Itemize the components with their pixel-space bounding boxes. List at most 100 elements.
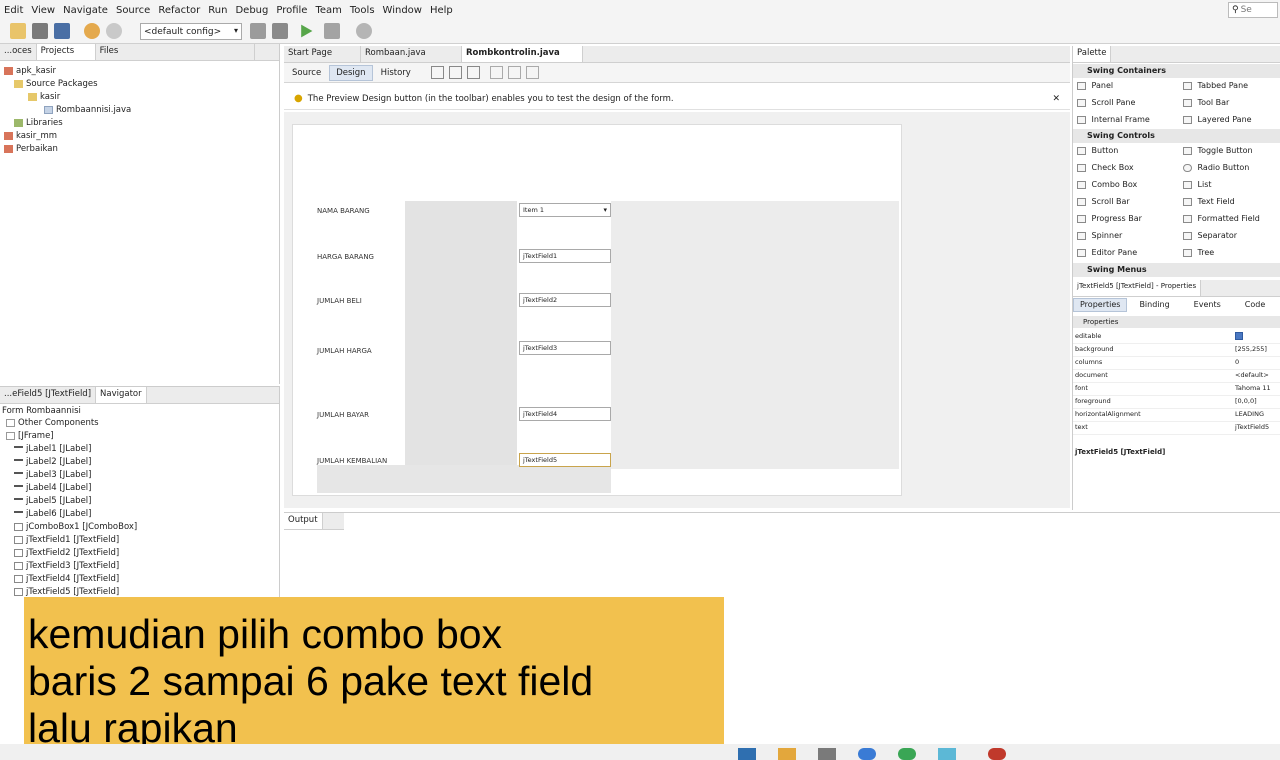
tree-item-source-packages[interactable]: Source Packages — [14, 79, 98, 89]
tree-item-label[interactable]: jLabel3 [JLabel] — [14, 470, 91, 480]
tree-item-other[interactable]: Other Components — [6, 418, 99, 428]
tab-design[interactable]: Design — [329, 64, 373, 81]
palette-item-internal-frame[interactable]: Internal Frame — [1077, 115, 1150, 124]
form-text-field-4[interactable]: jTextField4 — [519, 407, 611, 421]
form-label-jumlah-beli[interactable]: JUMLAH BELI — [317, 297, 362, 305]
tab-binding[interactable]: Binding — [1127, 298, 1181, 312]
build-icon[interactable] — [250, 23, 266, 39]
menu-source[interactable]: Source — [116, 5, 150, 16]
palette-item-text-field[interactable]: Text Field — [1183, 197, 1235, 206]
tab-start-page[interactable]: Start Page — [284, 46, 361, 62]
tab-properties-window[interactable]: jTextField5 [JTextField] - Properties — [1073, 280, 1202, 296]
form-text-field-3[interactable]: jTextField3 — [519, 341, 611, 355]
app-icon[interactable] — [898, 748, 916, 760]
profile-icon[interactable] — [356, 23, 372, 39]
tree-item-form[interactable]: Form Rombaannisi — [2, 406, 81, 416]
tree-item-frame[interactable]: [JFrame] — [6, 431, 54, 441]
property-row[interactable]: document <default> — [1073, 369, 1280, 383]
palette-item-tree[interactable]: Tree — [1183, 248, 1214, 257]
palette-item-tool-bar[interactable]: Tool Bar — [1183, 98, 1229, 107]
menu-profile[interactable]: Profile — [276, 5, 307, 16]
properties-section-header[interactable]: Properties — [1073, 316, 1280, 328]
tab-rombaan-java[interactable]: Rombaan.java — [361, 46, 462, 62]
menu-window[interactable]: Window — [383, 5, 422, 16]
property-row[interactable]: text jTextField5 — [1073, 421, 1280, 435]
property-row[interactable]: editable — [1073, 330, 1280, 344]
undo-icon[interactable] — [84, 23, 100, 39]
tree-item-label[interactable]: jLabel5 [JLabel] — [14, 496, 91, 506]
property-row[interactable]: horizontalAlignment LEADING — [1073, 408, 1280, 422]
property-row[interactable]: columns 0 — [1073, 356, 1280, 370]
configuration-select[interactable]: <default config> ▾ — [140, 23, 242, 40]
new-project-icon[interactable] — [10, 23, 26, 39]
tree-item-textfield[interactable]: jTextField5 [JTextField] — [14, 587, 119, 597]
palette-item-toggle-button[interactable]: Toggle Button — [1183, 146, 1253, 155]
store-icon[interactable] — [818, 748, 836, 760]
tab-code[interactable]: Code — [1233, 298, 1277, 312]
tree-item-project[interactable]: apk_kasir — [4, 66, 56, 76]
tree-item-combobox[interactable]: jComboBox1 [JComboBox] — [14, 522, 137, 532]
tab-output[interactable]: Output — [284, 513, 323, 529]
form-text-field-5[interactable]: jTextField5 — [519, 453, 611, 467]
tab-files[interactable]: Files — [96, 44, 255, 60]
save-all-icon[interactable] — [54, 23, 70, 39]
palette-item-radio-button[interactable]: Radio Button — [1183, 163, 1249, 172]
debug-icon[interactable] — [324, 23, 340, 39]
menu-run[interactable]: Run — [208, 5, 227, 16]
form-label-jumlah-kembalian[interactable]: JUMLAH KEMBALIAN — [317, 457, 387, 465]
menu-team[interactable]: Team — [315, 5, 341, 16]
property-row[interactable]: foreground [0,0,0] — [1073, 395, 1280, 409]
menu-help[interactable]: Help — [430, 5, 453, 16]
selection-mode-icon[interactable] — [430, 66, 444, 79]
palette-item-layered-pane[interactable]: Layered Pane — [1183, 115, 1252, 124]
palette-item-formatted-field[interactable]: Formatted Field — [1183, 214, 1260, 223]
tab-rombkontrolin-java[interactable]: Rombkontrolin.java — [462, 46, 583, 62]
tab-services[interactable]: ...oces — [0, 44, 37, 60]
menu-view[interactable]: View — [31, 5, 55, 16]
palette-category-menus[interactable]: Swing Menus — [1073, 263, 1280, 277]
app-icon[interactable] — [988, 748, 1006, 760]
tree-item-textfield[interactable]: jTextField3 [JTextField] — [14, 561, 119, 571]
tree-item-label[interactable]: jLabel2 [JLabel] — [14, 457, 91, 467]
palette-item-progress-bar[interactable]: Progress Bar — [1077, 214, 1142, 223]
tree-item-label[interactable]: jLabel6 [JLabel] — [14, 509, 91, 519]
tree-item-textfield[interactable]: jTextField1 [JTextField] — [14, 535, 119, 545]
tab-palette[interactable]: Palette — [1073, 46, 1112, 62]
property-checkbox[interactable] — [1235, 332, 1243, 340]
form-label-jumlah-bayar[interactable]: JUMLAH BAYAR — [317, 411, 369, 419]
palette-item-separator[interactable]: Separator — [1183, 231, 1237, 240]
form-label-jumlah-harga[interactable]: JUMLAH HARGA — [317, 347, 372, 355]
menu-debug[interactable]: Debug — [235, 5, 268, 16]
palette-item-button[interactable]: Button — [1077, 146, 1118, 155]
clean-build-icon[interactable] — [272, 23, 288, 39]
tree-item-project[interactable]: Perbaikan — [4, 144, 58, 154]
tab-properties[interactable]: Properties — [1073, 298, 1128, 312]
form-label-harga-barang[interactable]: HARGA BARANG — [317, 253, 374, 261]
tab-component[interactable]: ...eField5 [JTextField] — [0, 387, 97, 403]
run-icon[interactable] — [301, 24, 313, 38]
browser-icon[interactable] — [858, 748, 876, 760]
tree-item-java-file[interactable]: Rombaannisi.java — [44, 105, 131, 115]
tree-item-textfield[interactable]: jTextField4 [JTextField] — [14, 574, 119, 584]
palette-item-scroll-pane[interactable]: Scroll Pane — [1077, 98, 1135, 107]
tree-item-package[interactable]: kasir — [28, 92, 60, 102]
align-left-icon[interactable] — [489, 66, 503, 79]
files-icon[interactable] — [778, 748, 796, 760]
align-center-icon[interactable] — [525, 66, 539, 79]
redo-icon[interactable] — [106, 23, 122, 39]
tree-item-project[interactable]: kasir_mm — [4, 131, 57, 141]
menu-navigate[interactable]: Navigate — [63, 5, 108, 16]
form-canvas[interactable]: NAMA BARANG HARGA BARANG JUMLAH BELI JUM… — [292, 124, 902, 496]
menu-refactor[interactable]: Refactor — [158, 5, 200, 16]
palette-item-check-box[interactable]: Check Box — [1077, 163, 1134, 172]
search-input[interactable]: ⚲ Se — [1228, 2, 1278, 18]
tab-projects[interactable]: Projects — [36, 44, 96, 60]
palette-item-spinner[interactable]: Spinner — [1077, 231, 1122, 240]
form-combo-box[interactable]: Item 1 ▾ — [519, 203, 611, 217]
new-file-icon[interactable] — [32, 23, 48, 39]
tree-item-label[interactable]: jLabel1 [JLabel] — [14, 444, 91, 454]
connection-mode-icon[interactable] — [448, 66, 462, 79]
tab-source[interactable]: Source — [286, 66, 327, 80]
preview-design-icon[interactable] — [466, 66, 480, 79]
tree-item-textfield[interactable]: jTextField2 [JTextField] — [14, 548, 119, 558]
